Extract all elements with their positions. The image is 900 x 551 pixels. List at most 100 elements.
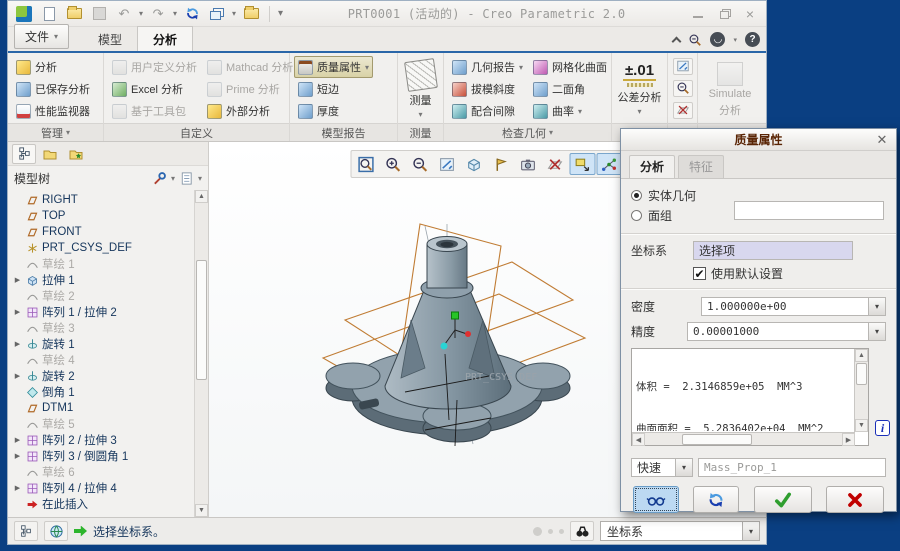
preview-button[interactable] (633, 486, 679, 513)
short-edge-button[interactable]: 短边 (294, 78, 373, 100)
simulate-analysis-button[interactable]: Simulate 分析 (702, 56, 758, 123)
new-file-button[interactable] (39, 5, 59, 23)
windows-button[interactable] (207, 5, 227, 23)
draft-check-button[interactable]: 拔模斜度 (448, 78, 527, 100)
geometry-report-button[interactable]: 几何报告▾ (448, 56, 527, 78)
search-model-button[interactable] (570, 521, 594, 541)
tree-item[interactable]: ▶阵列 1 / 拉伸 2 (12, 304, 194, 320)
toggle-navigator-button[interactable] (14, 521, 38, 541)
tree-item[interactable]: ▶阵列 2 / 拉伸 3 (12, 432, 194, 448)
tree-item[interactable]: ▶旋转 2 (12, 368, 194, 384)
zoom-in-button[interactable] (380, 153, 406, 175)
scroll-up-icon[interactable]: ▲ (855, 349, 868, 362)
help-dropdown[interactable]: ▾ (733, 36, 737, 44)
tree-item[interactable]: ▶拉伸 1 (12, 272, 194, 288)
search-icon[interactable] (688, 33, 702, 47)
user-defined-analysis-button[interactable]: 用户定义分析 (108, 56, 201, 78)
mass-properties-button[interactable]: 质量属性▾ (294, 56, 373, 78)
tree-item[interactable]: 草绘 2 (12, 288, 194, 304)
csys-collector-field[interactable]: 选择项 (693, 241, 853, 260)
open-file-button[interactable] (64, 5, 84, 23)
display-style-button[interactable] (461, 153, 487, 175)
tree-item[interactable]: ▶阵列 3 / 倒圆角 1 (12, 448, 194, 464)
tree-columns-icon[interactable] (179, 171, 194, 186)
redo-button[interactable]: ↷ (148, 5, 168, 23)
thickness-button[interactable]: 厚度 (294, 100, 373, 122)
folder-browser-tab[interactable] (38, 144, 62, 164)
tree-item[interactable]: TOP (12, 208, 194, 224)
dialog-close-icon[interactable]: ✕ (874, 132, 890, 148)
help-icon[interactable]: ? (745, 32, 760, 47)
undo-button[interactable]: ↶ (114, 5, 134, 23)
expand-icon[interactable]: ▶ (12, 308, 23, 316)
saved-analysis-button[interactable]: 已保存分析 (12, 78, 94, 100)
analysis-name-field[interactable]: Mass_Prop_1 (698, 458, 886, 477)
measure-button[interactable]: 测量 ▾ (400, 56, 442, 123)
analysis-button[interactable]: 分析 (12, 56, 94, 78)
undo-dropdown[interactable]: ▾ (139, 9, 143, 18)
results-hscrollbar[interactable]: ◀ ▶ (632, 432, 855, 445)
mathcad-analysis-button[interactable]: Mathcad 分析 (203, 56, 297, 78)
model-tree-tab[interactable] (12, 144, 36, 164)
scroll-thumb[interactable] (856, 363, 867, 385)
tree-item[interactable]: ▶阵列 4 / 拉伸 4 (12, 480, 194, 496)
prime-analysis-button[interactable]: Prime 分析 (203, 78, 297, 100)
scroll-left-icon[interactable]: ◀ (632, 433, 645, 446)
zoom-region-button[interactable] (353, 153, 379, 175)
repeat-button[interactable] (693, 486, 739, 513)
tree-item[interactable]: 倒角 1 (12, 384, 194, 400)
ok-button[interactable] (754, 486, 812, 513)
tree-item[interactable]: ▶旋转 1 (12, 336, 194, 352)
dihedral-angle-button[interactable]: 二面角 (529, 78, 611, 100)
results-vscrollbar[interactable]: ▲ ▼ (854, 349, 868, 432)
toggle-browser-button[interactable] (44, 521, 68, 541)
tree-item[interactable]: FRONT (12, 224, 194, 240)
tab-analysis[interactable]: 分析 (629, 155, 675, 178)
chevron-down-icon[interactable]: ▾ (198, 174, 202, 183)
group-label-manage[interactable]: 管理▾ (8, 123, 103, 141)
chevron-down-icon[interactable]: ▾ (869, 297, 886, 316)
notebook-button[interactable] (673, 58, 693, 75)
tree-item[interactable]: 草绘 5 (12, 416, 194, 432)
tab-model[interactable]: 模型 (83, 27, 137, 51)
expand-icon[interactable]: ▶ (12, 484, 23, 492)
excel-analysis-button[interactable]: Excel 分析 (108, 78, 201, 100)
save-button[interactable] (89, 5, 109, 23)
curvature-button[interactable]: 曲率▾ (529, 100, 611, 122)
dimension-button[interactable] (673, 102, 693, 119)
density-combo[interactable]: 1.000000e+00 ▾ (701, 297, 886, 316)
tree-filters-icon[interactable] (152, 171, 167, 186)
analysis-type-combo[interactable]: 快速 ▾ (631, 458, 693, 477)
tree-item[interactable]: PRT_CSYS_DEF (12, 240, 194, 256)
info-icon[interactable]: i (875, 420, 890, 436)
cancel-button[interactable] (826, 486, 884, 513)
expand-icon[interactable]: ▶ (12, 452, 23, 460)
scroll-thumb[interactable] (196, 260, 207, 380)
zoom-out-button[interactable] (407, 153, 433, 175)
performance-monitor-button[interactable]: 性能监视器 (12, 100, 94, 122)
dialog-title-bar[interactable]: 质量属性 ✕ (621, 129, 896, 151)
saved-orientations-button[interactable] (488, 153, 514, 175)
redo-dropdown[interactable]: ▾ (173, 9, 177, 18)
tree-item-insert-here[interactable]: 在此插入 (12, 496, 194, 512)
scroll-right-icon[interactable]: ▶ (842, 433, 855, 446)
accuracy-combo[interactable]: 0.00001000 ▾ (687, 322, 886, 341)
minimize-button[interactable] (690, 8, 706, 20)
annotation-display-button[interactable] (569, 153, 595, 175)
minimize-ribbon-icon[interactable] (672, 36, 682, 46)
repaint-button[interactable] (434, 153, 460, 175)
find-references-button[interactable] (673, 80, 693, 97)
tab-feature[interactable]: 特征 (678, 155, 724, 178)
chevron-down-icon[interactable]: ▾ (676, 458, 693, 477)
tree-item[interactable]: 草绘 3 (12, 320, 194, 336)
pair-clearance-button[interactable]: 配合间隙 (448, 100, 527, 122)
scroll-down-icon[interactable]: ▼ (855, 419, 868, 432)
group-label-inspect[interactable]: 检查几何▾ (444, 123, 611, 141)
tree-item[interactable]: RIGHT (12, 192, 194, 208)
quilt-collector-field[interactable] (734, 201, 884, 220)
spin-center-button[interactable] (596, 153, 622, 175)
close-window-button[interactable] (241, 5, 261, 23)
windows-dropdown[interactable]: ▾ (232, 9, 236, 18)
file-menu-button[interactable]: 文件 ▾ (14, 24, 69, 49)
tree-item[interactable]: DTM1 (12, 400, 194, 416)
